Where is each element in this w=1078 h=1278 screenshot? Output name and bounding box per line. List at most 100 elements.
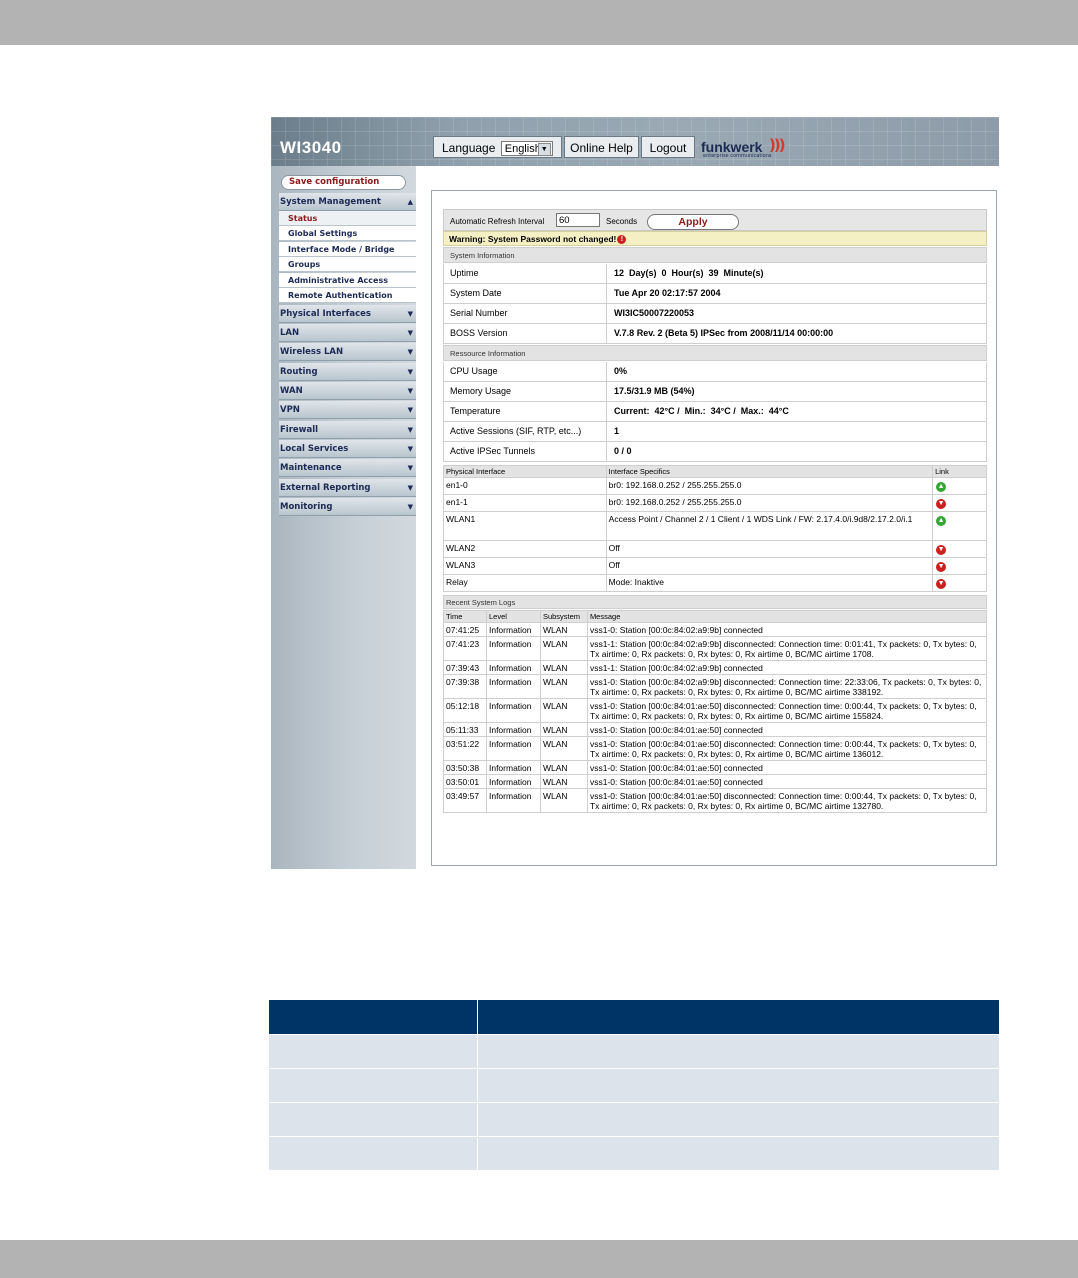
apply-button[interactable]: Apply (647, 214, 739, 230)
log-row: 03:50:38 Information WLAN vss1-0: Station [… (443, 760, 988, 775)
router-screenshot: WI3040 Language English ▼ Online Help Lo… (271, 117, 999, 869)
reference-cell (269, 1102, 478, 1137)
log-subsystem: WLAN (539, 674, 588, 699)
sidebar-item-label: Maintenance (280, 463, 342, 473)
log-header-row: Time Level Subsystem Message (443, 610, 988, 623)
resource-value: 0 / 0 (614, 446, 632, 456)
resource-value: 17.5/31.9 MB (54%) (614, 386, 695, 396)
sidebar-item-vpn[interactable]: VPN ▼ (279, 401, 416, 419)
sidebar-item-label: Firewall (280, 425, 319, 435)
sidebar-item-monitoring[interactable]: Monitoring ▼ (279, 498, 416, 516)
sidebar-item-lan[interactable]: LAN ▼ (279, 324, 416, 342)
interface-spec: Off (605, 557, 934, 575)
sidebar-item-label: VPN (280, 405, 300, 415)
interface-spec: Access Point / Channel 2 / 1 Client / 1 … (605, 511, 934, 541)
sidebar-subitem-groups[interactable]: Groups (279, 257, 416, 272)
interface-row: en1-0 br0: 192.168.0.252 / 255.255.255.0… (443, 477, 987, 495)
log-time: 07:39:38 (443, 674, 487, 699)
sidebar-subitem-interface-mode[interactable]: Interface Mode / Bridge (279, 242, 416, 257)
reference-cell (477, 1034, 999, 1069)
resource-row-ipsec-tunnels: Active IPSec Tunnels 0 / 0 (443, 442, 987, 462)
sidebar-item-system-management[interactable]: System Management ▲ (279, 193, 416, 211)
log-subsystem: WLAN (539, 774, 588, 789)
interface-name: WLAN2 (443, 540, 607, 558)
column-header: Physical Interface (443, 465, 607, 478)
sidebar-item-label: External Reporting (280, 483, 371, 493)
app-header: WI3040 Language English ▼ Online Help Lo… (271, 117, 999, 166)
sidebar-item-maintenance[interactable]: Maintenance ▼ (279, 459, 416, 477)
sidebar-item-wan[interactable]: WAN ▼ (279, 382, 416, 400)
log-level: Information (485, 636, 541, 661)
interface-spec: br0: 192.168.0.252 / 255.255.255.0 (605, 477, 934, 495)
log-subsystem: WLAN (539, 660, 588, 675)
reference-cell (477, 1068, 999, 1103)
sidebar-item-local-services[interactable]: Local Services ▼ (279, 440, 416, 458)
log-level: Information (485, 674, 541, 699)
sidebar-item-firewall[interactable]: Firewall ▼ (279, 421, 416, 439)
column-header: Message (586, 610, 988, 623)
resource-row-memory: Memory Usage 17.5/31.9 MB (54%) (443, 382, 987, 402)
sidebar: Save configuration System Management ▲ S… (271, 166, 416, 869)
chevron-down-icon: ▼ (407, 368, 413, 376)
reference-cell (477, 1102, 999, 1137)
log-level: Information (485, 698, 541, 723)
log-row: 07:39:38 Information WLAN vss1-0: Station [… (443, 674, 988, 699)
log-row: 05:12:18 Information WLAN vss1-0: Station [… (443, 698, 988, 723)
interface-row: en1-1 br0: 192.168.0.252 / 255.255.255.0… (443, 494, 987, 512)
resource-key: Memory Usage (444, 382, 607, 401)
reference-row (269, 1068, 999, 1103)
info-value: WI3IC50007220053 (614, 308, 695, 318)
language-value: English (504, 143, 541, 156)
online-help-button[interactable]: Online Help (564, 136, 639, 158)
info-key: System Date (444, 284, 607, 303)
log-message: vss1-0: Station [00:0c:84:01:ae:50] disc… (586, 736, 988, 761)
chevron-down-icon: ▼ (407, 406, 413, 414)
log-time: 03:50:38 (443, 760, 487, 775)
sidebar-item-external-reporting[interactable]: External Reporting ▼ (279, 479, 416, 497)
sidebar-item-wireless-lan[interactable]: Wireless LAN ▼ (279, 343, 416, 361)
language-selector[interactable]: Language English ▼ (433, 136, 562, 158)
logout-button[interactable]: Logout (641, 136, 695, 158)
info-row-serial-number: Serial Number WI3IC50007220053 (443, 304, 987, 324)
log-message: vss1-1: Station [00:0c:84:02:a9:9b] conn… (586, 660, 988, 675)
sidebar-subitem-remote-authentication[interactable]: Remote Authentication (279, 288, 416, 303)
refresh-bar: Automatic Refresh Interval 60 Seconds Ap… (443, 209, 987, 231)
log-level: Information (485, 774, 541, 789)
log-level: Information (485, 722, 541, 737)
reference-cell (269, 1034, 478, 1069)
log-level: Information (485, 622, 541, 637)
chevron-up-icon: ▲ (407, 198, 413, 206)
chevron-down-icon: ▼ (407, 329, 413, 337)
sidebar-item-physical-interfaces[interactable]: Physical Interfaces ▼ (279, 305, 416, 323)
chevron-down-icon[interactable]: ▼ (537, 143, 551, 157)
resource-row-sessions: Active Sessions (SIF, RTP, etc...) 1 (443, 422, 987, 442)
link-status: ▼ (932, 494, 987, 512)
log-subsystem: WLAN (539, 736, 588, 761)
refresh-interval-input[interactable]: 60 (556, 213, 600, 227)
sidebar-subitem-status[interactable]: Status (279, 211, 416, 226)
log-time: 05:11:33 (443, 722, 487, 737)
save-configuration-button[interactable]: Save configuration (281, 175, 406, 190)
sidebar-subitem-administrative-access[interactable]: Administrative Access (279, 273, 416, 288)
log-time: 03:49:57 (443, 788, 487, 813)
language-dropdown[interactable]: English ▼ (500, 141, 553, 157)
link-up-icon: ▲ (936, 516, 947, 526)
log-time: 03:51:22 (443, 736, 487, 761)
sidebar-item-routing[interactable]: Routing ▼ (279, 363, 416, 381)
column-header: Level (485, 610, 541, 623)
reference-header-row (269, 1000, 999, 1035)
sidebar-item-label: Local Services (280, 444, 349, 454)
sidebar-subitem-global-settings[interactable]: Global Settings (279, 226, 416, 241)
interface-table: Physical Interface Interface Specifics L… (443, 465, 987, 592)
reference-header-cell (477, 1000, 999, 1035)
funkwerk-logo: funkwerk ))) enterprise communications (701, 136, 786, 163)
log-message: vss1-0: Station [00:0c:84:02:a9:9b] conn… (586, 622, 988, 637)
interface-spec: br0: 192.168.0.252 / 255.255.255.0 (605, 494, 934, 512)
sidebar-item-label: Physical Interfaces (280, 309, 371, 319)
chevron-down-icon: ▼ (407, 445, 413, 453)
resource-row-temperature: Temperature Current: 42°C / Min.: 34°C / … (443, 402, 987, 422)
log-time: 07:41:23 (443, 636, 487, 661)
info-row-system-date: System Date Tue Apr 20 02:17:57 2004 (443, 284, 987, 304)
info-key: Serial Number (444, 304, 607, 323)
log-subsystem: WLAN (539, 622, 588, 637)
